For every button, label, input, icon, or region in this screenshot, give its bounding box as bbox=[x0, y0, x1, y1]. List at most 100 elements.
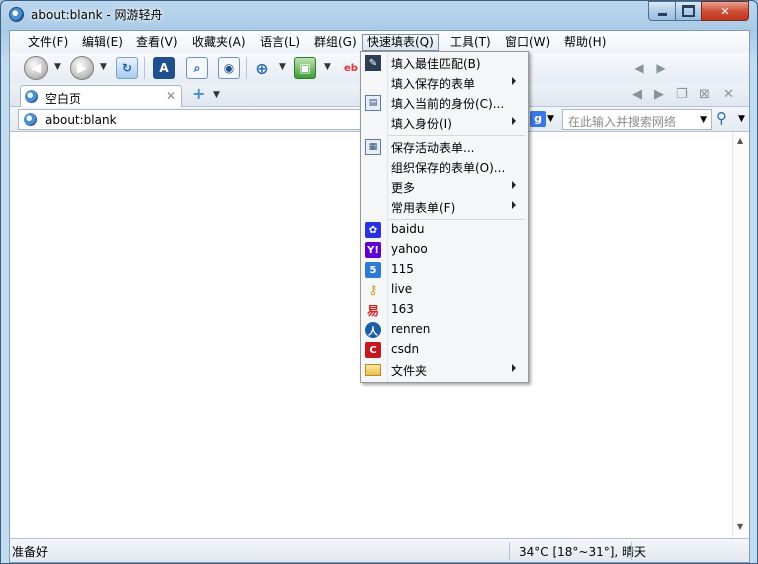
status-separator bbox=[509, 542, 510, 560]
zoom-icon[interactable]: ⊕ bbox=[251, 57, 273, 79]
menu-item-163[interactable]: 易 163 bbox=[361, 300, 528, 320]
menu-quick-fill[interactable]: 快速填表(Q) bbox=[362, 34, 439, 51]
toolbar-separator bbox=[246, 57, 247, 79]
back-icon[interactable]: ◀ bbox=[24, 56, 48, 80]
key-icon: ⚷ bbox=[368, 282, 378, 298]
menu-edit[interactable]: 编辑(E) bbox=[78, 34, 127, 51]
scroll-down-icon[interactable]: ▼ bbox=[737, 522, 743, 531]
page-favicon-icon bbox=[25, 90, 38, 103]
menu-item-label: 保存活动表单... bbox=[391, 141, 475, 155]
menu-item-fill-saved-form[interactable]: 填入保存的表单 bbox=[361, 73, 528, 93]
menu-help[interactable]: 帮助(H) bbox=[560, 34, 610, 51]
search-history-dropdown-icon[interactable]: ▼ bbox=[700, 115, 707, 125]
menu-item-label: 115 bbox=[391, 262, 414, 276]
renren-icon: 人 bbox=[365, 322, 381, 338]
menu-item-fill-identity[interactable]: 填入身份(I) bbox=[361, 113, 528, 133]
menu-favorites[interactable]: 收藏夹(A) bbox=[188, 34, 250, 51]
search-input[interactable]: 在此输入并搜索网络 ▼ bbox=[562, 109, 712, 130]
close-all-tabs-icon[interactable]: ⊠ bbox=[699, 87, 710, 102]
address-text: about:blank bbox=[45, 113, 117, 127]
address-input[interactable]: about:blank bbox=[18, 109, 363, 130]
menu-view[interactable]: 查看(V) bbox=[132, 34, 182, 51]
menu-language[interactable]: 语言(L) bbox=[256, 34, 304, 51]
menu-item-115[interactable]: 5 115 bbox=[361, 260, 528, 280]
maximize-button[interactable] bbox=[675, 1, 702, 21]
csdn-icon: C bbox=[365, 342, 381, 358]
submenu-arrow-icon bbox=[512, 201, 516, 209]
search-engine-dropdown-icon[interactable]: ▼ bbox=[547, 114, 554, 124]
tab-blank[interactable]: 空白页 ✕ bbox=[20, 85, 182, 107]
search-engine-icon[interactable]: g bbox=[530, 111, 546, 127]
refresh-icon[interactable]: ↻ bbox=[116, 57, 138, 79]
form-fill-icon: ✎ bbox=[365, 55, 381, 71]
menu-tools[interactable]: 工具(T) bbox=[446, 34, 495, 51]
close-tab-icon[interactable]: ✕ bbox=[723, 87, 734, 102]
menu-item-label: renren bbox=[391, 322, 431, 336]
menu-item-fill-best-match[interactable]: ✎ 填入最佳匹配(B) bbox=[361, 53, 528, 73]
tab-scroll-left-icon[interactable]: ◀ bbox=[628, 57, 650, 79]
menu-item-save-active-form[interactable]: ▦ 保存活动表单... bbox=[361, 137, 528, 157]
submenu-arrow-icon bbox=[512, 77, 516, 85]
menu-item-label: baidu bbox=[391, 222, 425, 236]
menu-item-label: 组织保存的表单(O)... bbox=[391, 161, 506, 175]
status-text: 准备好 bbox=[12, 545, 49, 559]
next-tab-icon[interactable]: ▶ bbox=[654, 87, 664, 102]
menu-item-label: 更多 bbox=[391, 181, 416, 195]
menu-item-label: 文件夹 bbox=[391, 364, 428, 378]
menu-bar: 文件(F) 编辑(E) 查看(V) 收藏夹(A) 语言(L) 群组(G) 快速填… bbox=[10, 31, 749, 53]
quick-fill-menu: ✎ 填入最佳匹配(B) 填入保存的表单 ▤ 填入当前的身份(C)... 填入身份… bbox=[360, 51, 529, 383]
new-tab-dropdown-icon[interactable]: ▼ bbox=[213, 90, 220, 100]
page-search-icon[interactable]: ⌕ bbox=[186, 57, 208, 79]
toolbar-separator bbox=[144, 57, 145, 79]
menu-item-yahoo[interactable]: Y! yahoo bbox=[361, 240, 528, 260]
menu-item-csdn[interactable]: C csdn bbox=[361, 340, 528, 360]
font-size-icon[interactable]: A bbox=[153, 57, 175, 79]
menu-groups[interactable]: 群组(G) bbox=[310, 34, 361, 51]
zoom-dropdown-icon[interactable]: ▼ bbox=[279, 62, 286, 72]
menu-item-organize-saved-forms[interactable]: 组织保存的表单(O)... bbox=[361, 157, 528, 177]
prev-tab-icon[interactable]: ◀ bbox=[632, 87, 642, 102]
vertical-scrollbar[interactable]: ▲ ▼ bbox=[732, 132, 749, 538]
menu-item-folder[interactable]: 文件夹 bbox=[361, 360, 528, 380]
menu-item-label: yahoo bbox=[391, 242, 428, 256]
menu-item-common-forms[interactable]: 常用表单(F) bbox=[361, 197, 528, 217]
menu-window[interactable]: 窗口(W) bbox=[501, 34, 554, 51]
menu-item-label: 填入保存的表单 bbox=[391, 77, 476, 91]
scroll-up-icon[interactable]: ▲ bbox=[737, 136, 743, 145]
menu-item-more[interactable]: 更多 bbox=[361, 177, 528, 197]
menu-item-label: 填入最佳匹配(B) bbox=[391, 57, 481, 71]
weather-status[interactable]: 34°C [18°~31°], 晴天 bbox=[519, 543, 646, 560]
minimize-button[interactable] bbox=[648, 1, 676, 21]
search-placeholder: 在此输入并搜索网络 bbox=[568, 115, 677, 129]
menu-file[interactable]: 文件(F) bbox=[24, 34, 72, 51]
forward-icon[interactable]: ▶ bbox=[70, 56, 94, 80]
yahoo-icon: Y! bbox=[365, 242, 381, 258]
new-tab-icon[interactable]: + bbox=[192, 86, 205, 102]
163-icon: 易 bbox=[366, 303, 379, 318]
print-preview-icon[interactable]: ◉ bbox=[218, 57, 240, 79]
menu-item-label: csdn bbox=[391, 342, 420, 356]
restore-tabs-icon[interactable]: ❐ bbox=[676, 87, 688, 102]
menu-item-baidu[interactable]: ✿ baidu bbox=[361, 220, 528, 240]
title-bar[interactable]: about:blank - 网游轻舟 ✕ bbox=[1, 1, 757, 27]
close-button[interactable]: ✕ bbox=[701, 1, 749, 21]
menu-separator bbox=[389, 135, 525, 136]
search-icon[interactable]: ⚲ bbox=[716, 109, 727, 127]
screenshot-icon[interactable]: ▣ bbox=[294, 57, 316, 79]
menu-item-live[interactable]: ⚷ live bbox=[361, 280, 528, 300]
search-options-dropdown-icon[interactable]: ▼ bbox=[738, 114, 745, 124]
submenu-arrow-icon bbox=[512, 364, 516, 372]
ebay-icon[interactable]: eb bbox=[340, 57, 362, 79]
forward-dropdown-icon[interactable]: ▼ bbox=[100, 62, 107, 72]
tab-close-icon[interactable]: ✕ bbox=[166, 89, 176, 103]
window-title: about:blank - 网游轻舟 bbox=[31, 8, 163, 22]
back-dropdown-icon[interactable]: ▼ bbox=[54, 62, 61, 72]
menu-item-renren[interactable]: 人 renren bbox=[361, 320, 528, 340]
menu-item-fill-current-identity[interactable]: ▤ 填入当前的身份(C)... bbox=[361, 93, 528, 113]
menu-item-label: 163 bbox=[391, 302, 414, 316]
tab-scroll-right-icon[interactable]: ▶ bbox=[650, 57, 672, 79]
screenshot-dropdown-icon[interactable]: ▼ bbox=[324, 62, 331, 72]
status-separator bbox=[631, 542, 632, 560]
submenu-arrow-icon bbox=[512, 117, 516, 125]
status-bar: 准备好 34°C [18°~31°], 晴天 bbox=[10, 538, 749, 562]
